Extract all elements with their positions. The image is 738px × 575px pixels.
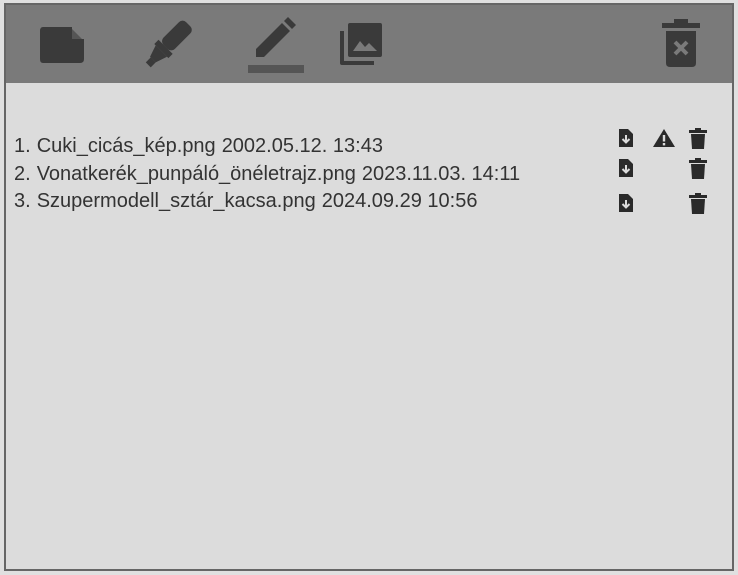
file-name: Cuki_cicás_kép.png — [36, 135, 216, 158]
list-item[interactable]: 1. Cuki_cicás_kép.png 2002.05.12. 13:43 — [14, 133, 614, 161]
warning-icon — [653, 129, 675, 147]
row-actions — [618, 158, 718, 182]
delete-button[interactable] — [688, 193, 708, 215]
list-item[interactable]: 2. Vonatkerék_punpáló_önéletrajz.png 202… — [14, 161, 614, 189]
pen-button[interactable] — [242, 13, 304, 75]
toolbar — [6, 5, 732, 83]
highlighter-button[interactable] — [136, 15, 198, 73]
warning-indicator — [652, 128, 676, 148]
delete-all-button[interactable] — [660, 19, 702, 69]
gallery-button[interactable] — [338, 21, 384, 67]
download-icon — [619, 194, 633, 212]
file-index: 2. — [14, 162, 31, 185]
trash-icon — [689, 128, 707, 149]
file-name: Vonatkerék_punpáló_önéletrajz.png — [36, 162, 356, 185]
app-window: 1. Cuki_cicás_kép.png 2002.05.12. 13:43 … — [4, 3, 734, 571]
row-actions — [618, 128, 718, 152]
pen-icon — [248, 17, 304, 73]
download-button[interactable] — [618, 193, 634, 213]
file-name: Szupermodell_sztár_kacsa.png — [36, 190, 316, 213]
download-button[interactable] — [618, 158, 634, 178]
list-item[interactable]: 3. Szupermodell_sztár_kacsa.png 2024.09.… — [14, 188, 614, 216]
download-button[interactable] — [618, 128, 634, 148]
file-index: 1. — [14, 135, 31, 158]
trash-icon — [689, 193, 707, 214]
file-date: 2023.11.03. 14:11 — [361, 162, 521, 185]
highlighter-icon — [145, 20, 192, 68]
row-actions — [618, 193, 718, 217]
delete-button[interactable] — [688, 128, 708, 150]
file-date: 2002.05.12. 13:43 — [221, 135, 383, 158]
file-list: 1. Cuki_cicás_kép.png 2002.05.12. 13:43 … — [14, 133, 614, 216]
download-icon — [619, 129, 633, 147]
new-document-icon — [40, 27, 84, 63]
file-date: 2024.09.29 10:56 — [321, 190, 478, 213]
delete-button[interactable] — [688, 158, 708, 180]
trash-icon — [689, 158, 707, 179]
download-icon — [619, 159, 633, 177]
file-index: 3. — [14, 190, 31, 213]
gallery-icon — [340, 23, 382, 65]
delete-all-icon — [662, 19, 700, 67]
new-document-button[interactable] — [38, 25, 88, 65]
